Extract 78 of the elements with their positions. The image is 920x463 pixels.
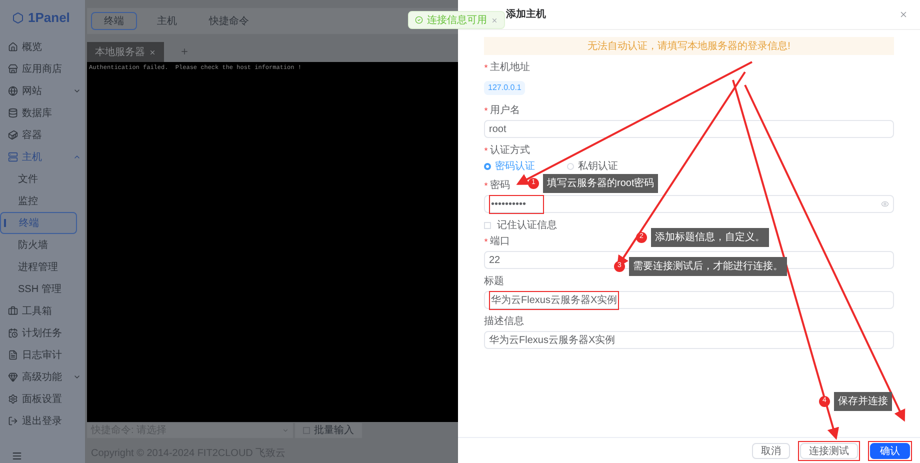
sidebar-item[interactable]: 高级功能 (0, 366, 85, 388)
sidebar-item[interactable]: 工具箱 (0, 300, 85, 322)
eye-icon[interactable] (881, 200, 889, 208)
sidebar-item[interactable]: 概览 (0, 36, 85, 58)
sidebar-item[interactable]: 监控 (0, 190, 85, 212)
annotation-callout: 填写云服务器的root密码 (543, 174, 658, 193)
tab[interactable]: 终端 (91, 12, 137, 30)
check-icon (415, 16, 423, 24)
sidebar-item[interactable]: 网站 (0, 80, 85, 102)
field-label: 端口 (490, 234, 510, 249)
annotation-callout: 添加标题信息，自定义。 (651, 228, 769, 247)
input-field[interactable]: root (484, 120, 894, 138)
warning-alert: 无法自动认证，请填写本地服务器的登录信息! (484, 37, 894, 55)
sidebar-item[interactable]: 日志审计 (0, 344, 85, 366)
annotation-callout: 保存并连接 (834, 392, 892, 411)
close-icon[interactable] (491, 16, 498, 24)
confirm-button[interactable]: 确认 (870, 442, 910, 458)
drawer-title: 添加主机 (506, 7, 547, 22)
chevron-down-icon (282, 427, 289, 434)
sidebar-item[interactable]: 主机 (0, 146, 85, 168)
sidebar-item[interactable]: 容器 (0, 124, 85, 146)
chevron-up-icon (73, 153, 81, 161)
sidebar-item[interactable]: 应用商店 (0, 58, 85, 80)
home-icon (8, 42, 18, 52)
tab[interactable]: 主机 (145, 12, 189, 30)
field-label: 主机地址 (490, 60, 530, 75)
dialog-button[interactable]: 连接测试 (800, 442, 858, 458)
sidebar-item[interactable]: 面板设置 (0, 388, 85, 410)
sidebar-item[interactable]: 文件 (0, 168, 85, 190)
active-indicator (4, 219, 6, 227)
field-value: 华为云Flexus云服务器X实例 (491, 294, 618, 308)
menu-icon[interactable] (12, 451, 22, 461)
server-icon (8, 152, 18, 162)
add-icon[interactable] (180, 47, 189, 56)
input-field[interactable]: 华为云Flexus云服务器X实例 (484, 291, 894, 309)
annotation-callout: 需要连接测试后，才能进行连接。 (629, 257, 787, 276)
sidebar-item[interactable]: SSH 管理 (0, 278, 85, 300)
logo-text: 1Panel (28, 9, 70, 28)
sidebar-item[interactable]: 防火墙 (0, 234, 85, 256)
radio-option[interactable]: 私钥认证 (567, 158, 618, 174)
sidebar-item[interactable]: 数据库 (0, 102, 85, 124)
tab[interactable]: 快捷命令 (197, 12, 261, 30)
sidebar-item[interactable]: 退出登录 (0, 410, 85, 432)
field-label: 标题 (484, 274, 504, 289)
host-tag: 127.0.0.1 (484, 81, 526, 95)
close-icon[interactable] (149, 48, 156, 56)
field-value: 华为云Flexus云服务器X实例 (489, 334, 616, 348)
calendar-icon (8, 328, 18, 338)
database-icon (8, 108, 18, 118)
dialog-button[interactable]: 取消 (752, 442, 790, 458)
sidebar-item[interactable]: 计划任务 (0, 322, 85, 344)
container-icon (8, 130, 18, 140)
sidebar-item[interactable]: 终端 (0, 212, 77, 234)
settings-icon (8, 394, 18, 404)
toolbox-icon (8, 306, 18, 316)
terminal-tab[interactable]: 本地服务器 (87, 42, 164, 62)
field-value: 22 (489, 254, 500, 268)
field-label: 用户名 (490, 104, 520, 118)
sidebar-item[interactable]: 进程管理 (0, 256, 85, 278)
chevron-down-icon (73, 87, 81, 95)
globe-icon (8, 86, 18, 96)
input-field[interactable]: 华为云Flexus云服务器X实例 (484, 331, 894, 349)
logout-icon (8, 416, 18, 426)
field-label: 认证方式 (490, 144, 530, 158)
field-label: 密码 (490, 178, 510, 193)
chevron-down-icon (73, 373, 81, 381)
password-field[interactable]: •••••••••• (484, 195, 894, 213)
close-icon[interactable] (899, 10, 908, 19)
document-icon (8, 350, 18, 360)
batch-input-checkbox[interactable]: 批量输入 (295, 423, 362, 438)
toast-text: 连接信息可用 (427, 14, 487, 28)
field-label: 描述信息 (484, 314, 524, 329)
store-icon (8, 64, 18, 74)
radio-option[interactable]: 密码认证 (484, 158, 535, 174)
field-value: •••••••••• (491, 198, 528, 212)
gem-icon (8, 372, 18, 382)
logo-icon (12, 12, 24, 24)
field-value: root (489, 122, 506, 136)
